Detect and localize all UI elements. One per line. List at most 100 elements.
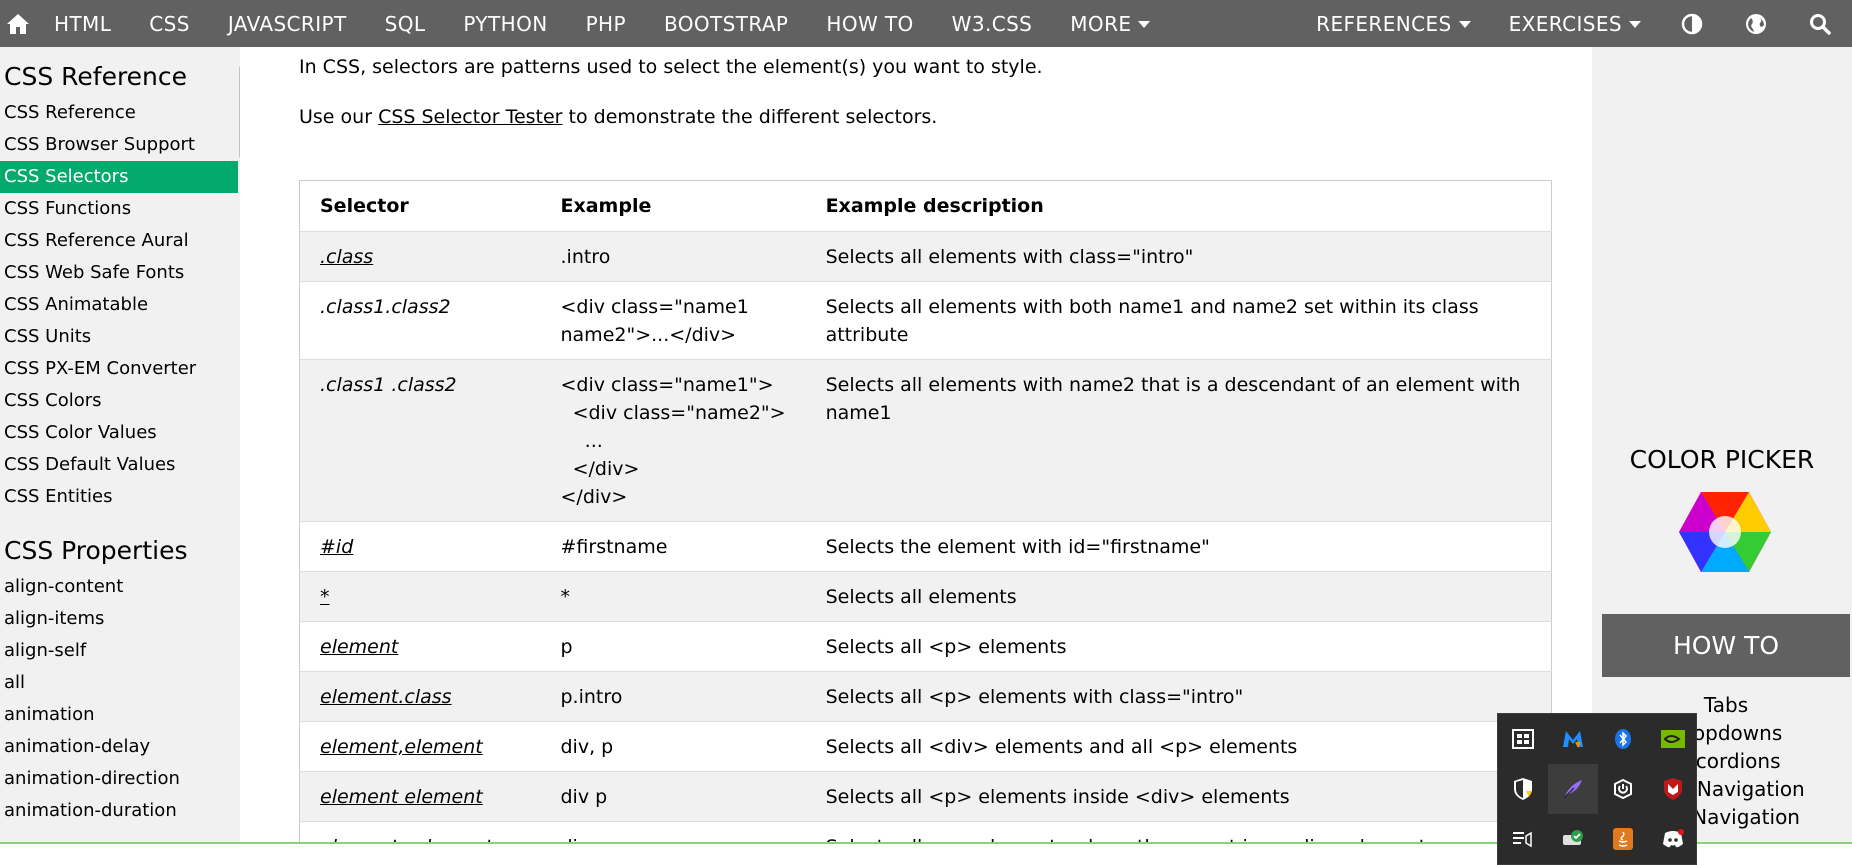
selector-cell: .class1 .class2 (300, 360, 541, 522)
chevron-down-icon (1138, 21, 1151, 28)
example-cell: div > p (541, 822, 806, 842)
selector-cell: element element (300, 772, 541, 822)
sidebar-link-css-reference-aural[interactable]: CSS Reference Aural (0, 225, 238, 257)
selector-link: .class1 .class2 (320, 374, 457, 396)
nav-python[interactable]: PYTHON (444, 0, 566, 47)
globe-icon[interactable] (1724, 0, 1788, 47)
sidebar-link-css-colors[interactable]: CSS Colors (0, 385, 238, 417)
contrast-icon[interactable] (1660, 0, 1724, 47)
home-icon[interactable] (0, 0, 35, 47)
nav-references[interactable]: REFERENCES (1284, 0, 1489, 47)
sidebar-link-animation-direction[interactable]: animation-direction (0, 763, 238, 795)
howto-title[interactable]: HOW TO (1602, 614, 1850, 677)
sidebar-link-align-items[interactable]: align-items (0, 603, 238, 635)
sidebar-link-all[interactable]: all (0, 667, 238, 699)
nvidia-icon[interactable] (1648, 714, 1698, 764)
nav-javascript[interactable]: JAVASCRIPT (209, 0, 366, 47)
nav-php[interactable]: PHP (567, 0, 645, 47)
chevron-down-icon (1629, 21, 1641, 28)
color-picker-title[interactable]: COLOR PICKER (1592, 445, 1852, 474)
intro-text: In CSS, selectors are patterns used to s… (299, 56, 1043, 78)
sidebar-link-animation-delay[interactable]: animation-delay (0, 731, 238, 763)
main-content: In CSS, selectors are patterns used to s… (258, 47, 1592, 842)
sidebar-link-animation-duration[interactable]: animation-duration (0, 795, 238, 827)
search-icon[interactable] (1788, 0, 1852, 47)
nav-html[interactable]: HTML (35, 0, 130, 47)
sidebar: CSS Reference CSS Reference CSS Browser S… (0, 47, 240, 842)
selector-link[interactable]: element (320, 636, 398, 658)
nav-references-label: REFERENCES (1316, 11, 1452, 36)
sidebar-link-css-web-safe-fonts[interactable]: CSS Web Safe Fonts (0, 257, 238, 289)
selector-link[interactable]: element element (320, 786, 483, 808)
nav-w3css[interactable]: W3.CSS (933, 0, 1052, 47)
sidebar-link-css-reference[interactable]: CSS Reference (0, 97, 238, 129)
sidebar-heading-css-reference: CSS Reference (4, 62, 188, 91)
nav-more[interactable]: MORE (1051, 0, 1169, 47)
bluetooth-icon[interactable] (1598, 714, 1648, 764)
sidebar-link-align-content[interactable]: align-content (0, 571, 238, 603)
drive-check-icon[interactable] (1548, 814, 1598, 864)
selector-cell: .class1.class2 (300, 282, 541, 360)
header-selector: Selector (320, 195, 409, 217)
feather-pen-icon[interactable] (1548, 764, 1598, 814)
nav-bootstrap[interactable]: BOOTSTRAP (645, 0, 807, 47)
selector-link[interactable]: #id (320, 536, 353, 558)
example-cell: p.intro (560, 686, 623, 708)
description-cell: Selects all elements with both name1 and… (825, 296, 1479, 346)
color-picker-icon[interactable] (1677, 490, 1773, 574)
selector-link[interactable]: element.class (320, 686, 452, 708)
sidebar-link-animation[interactable]: animation (0, 699, 238, 731)
mcafee-icon[interactable] (1648, 764, 1698, 814)
sidebar-link-css-units[interactable]: CSS Units (0, 321, 238, 353)
tester-prefix: Use our (299, 106, 379, 128)
sidebar-scrollbar[interactable] (238, 47, 240, 842)
table-row: element.class p.intro Selects all <p> elem… (299, 671, 1552, 722)
sidebar-link-css-functions[interactable]: CSS Functions (0, 193, 238, 225)
example-cell: div, p (560, 736, 614, 758)
table-row: .class1.class2 <div class="name1 name2">.… (299, 281, 1552, 360)
sidebar-link-css-px-em-converter[interactable]: CSS PX-EM Converter (0, 353, 238, 385)
system-tray-overflow (1497, 713, 1697, 865)
discord-icon[interactable] (1648, 814, 1698, 864)
security-shield-icon[interactable] (1498, 764, 1548, 814)
sidebar-link-css-entities[interactable]: CSS Entities (0, 481, 238, 513)
sidebar-scrollbar-thumb[interactable] (239, 67, 240, 157)
window-capture-icon[interactable] (1498, 714, 1548, 764)
malwarebytes-icon[interactable] (1548, 714, 1598, 764)
media-list-icon[interactable] (1498, 814, 1548, 864)
selector-link[interactable]: * (320, 586, 330, 608)
nav-css[interactable]: CSS (130, 0, 209, 47)
sidebar-link-css-color-values[interactable]: CSS Color Values (0, 417, 238, 449)
selector-cell: element>element (300, 822, 541, 842)
example-cell: <div class="name1 name2">...</div> (560, 296, 749, 346)
table-row: .class .intro Selects all elements with cl… (299, 231, 1552, 282)
selector-link[interactable]: element,element (320, 736, 483, 758)
nav-sql[interactable]: SQL (366, 0, 445, 47)
table-row: * * Selects all elements (299, 571, 1552, 622)
description-cell: Selects all <div> elements and all <p> e… (825, 736, 1298, 758)
selector-cell: element.class (300, 672, 541, 722)
description-cell: Selects all <p> elements where the paren… (806, 822, 1552, 842)
sidebar-link-align-self[interactable]: align-self (0, 635, 238, 667)
table-row: element>elementdiv > pSelects all <p> el… (299, 821, 1552, 842)
selector-cell: * (300, 572, 541, 622)
java-icon[interactable] (1598, 814, 1648, 864)
nav-exercises[interactable]: EXERCISES (1490, 0, 1660, 47)
css-selector-tester-link[interactable]: CSS Selector Tester (378, 106, 562, 128)
sidebar-link-css-default-values[interactable]: CSS Default Values (0, 449, 238, 481)
description-cell: Selects all <p> elements with class="int… (825, 686, 1244, 708)
nav-howto[interactable]: HOW TO (807, 0, 932, 47)
sidebar-link-css-browser-support[interactable]: CSS Browser Support (0, 129, 238, 161)
selector-link[interactable]: .class (320, 246, 373, 268)
power-icon[interactable] (1598, 764, 1648, 814)
table-row: element,element div, p Selects all <div> e… (299, 721, 1552, 772)
description-cell: Selects the element with id="firstname" (825, 536, 1210, 558)
table-row: element p Selects all <p> elements (299, 621, 1552, 672)
selector-cell: element (300, 622, 541, 672)
sidebar-link-css-selectors[interactable]: CSS Selectors (0, 161, 238, 193)
sidebar-link-css-animatable[interactable]: CSS Animatable (0, 289, 238, 321)
selector-cell: element,element (300, 722, 541, 772)
description-cell: Selects all elements with class="intro" (825, 246, 1194, 268)
example-cell: .intro (560, 246, 611, 268)
nav-exercises-label: EXERCISES (1508, 11, 1622, 36)
